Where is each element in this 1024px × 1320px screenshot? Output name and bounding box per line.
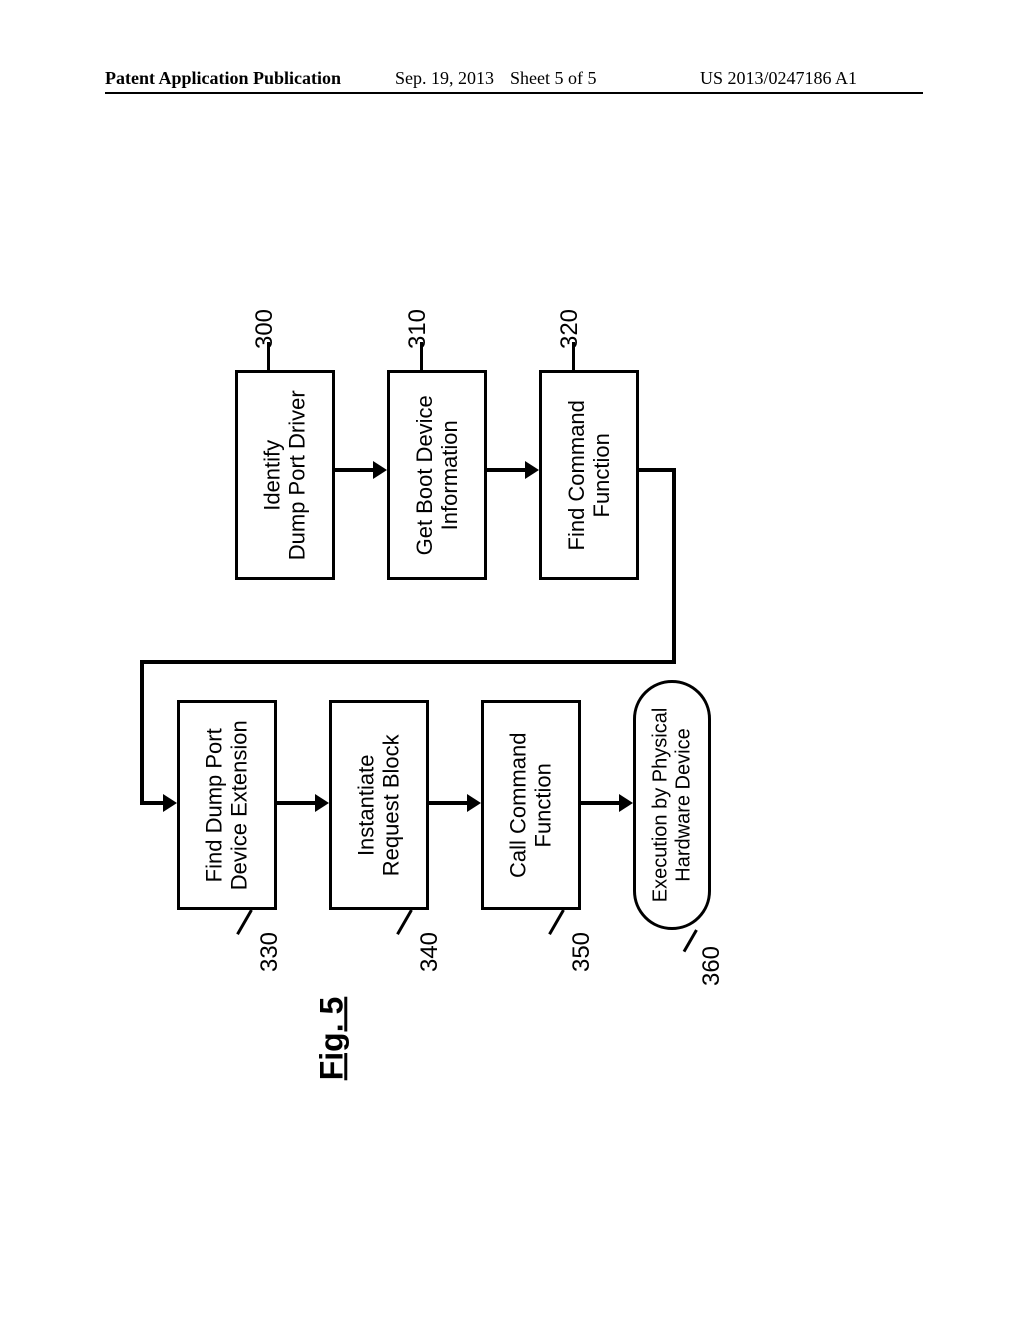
ref-320: 320	[556, 309, 584, 349]
arrow-300-310	[335, 468, 375, 472]
lead-330	[236, 909, 253, 935]
arrowhead-340-350	[467, 794, 481, 812]
node-310-text: Get Boot Device Information	[412, 395, 463, 555]
node-360-text: Execution by Physical Hardware Device	[649, 708, 695, 903]
header-divider	[105, 92, 923, 94]
node-350-text: Call Command Function	[506, 732, 557, 878]
header-publication-label: Patent Application Publication	[105, 68, 341, 89]
arrow-350-360	[581, 801, 621, 805]
ref-330: 330	[256, 932, 284, 972]
node-350-box: Call Command Function	[481, 700, 581, 910]
header-sheet: Sheet 5 of 5	[510, 68, 596, 89]
arrow-330-340	[277, 801, 317, 805]
page-root: Patent Application Publication Sep. 19, …	[0, 0, 1024, 1320]
node-320-box: Find Command Function	[539, 370, 639, 580]
ref-300: 300	[251, 309, 279, 349]
node-330-box: Find Dump Port Device Extension	[177, 700, 277, 910]
node-300-box: Identify Dump Port Driver	[235, 370, 335, 580]
arrow-310-320	[487, 468, 527, 472]
conn-320-e	[140, 801, 165, 805]
lead-340	[396, 909, 413, 935]
conn-320-d	[140, 660, 144, 805]
conn-320-c	[140, 660, 676, 664]
node-320-text: Find Command Function	[564, 400, 615, 550]
arrowhead-330-340	[315, 794, 329, 812]
figure-5-diagram: Identify Dump Port Driver 300 Get Boot D…	[180, 230, 840, 1050]
node-360-terminator: Execution by Physical Hardware Device	[633, 680, 711, 930]
arrowhead-350-360	[619, 794, 633, 812]
conn-320-a	[639, 468, 675, 472]
node-340-text: Instantiate Request Block	[354, 734, 405, 876]
ref-360: 360	[698, 946, 726, 986]
arrowhead-310-320	[525, 461, 539, 479]
conn-320-b	[672, 468, 676, 664]
lead-350	[548, 909, 565, 935]
ref-340: 340	[416, 932, 444, 972]
node-330-text: Find Dump Port Device Extension	[202, 720, 253, 890]
arrowhead-320-330	[163, 794, 177, 812]
header-pubno: US 2013/0247186 A1	[700, 68, 857, 89]
ref-310: 310	[404, 309, 432, 349]
ref-350: 350	[568, 932, 596, 972]
arrowhead-300-310	[373, 461, 387, 479]
node-340-box: Instantiate Request Block	[329, 700, 429, 910]
lead-360	[683, 929, 698, 952]
node-300-text: Identify Dump Port Driver	[260, 390, 311, 560]
figure-label: Fig. 5	[313, 997, 350, 1081]
header-date: Sep. 19, 2013	[395, 68, 494, 89]
arrow-340-350	[429, 801, 469, 805]
node-310-box: Get Boot Device Information	[387, 370, 487, 580]
